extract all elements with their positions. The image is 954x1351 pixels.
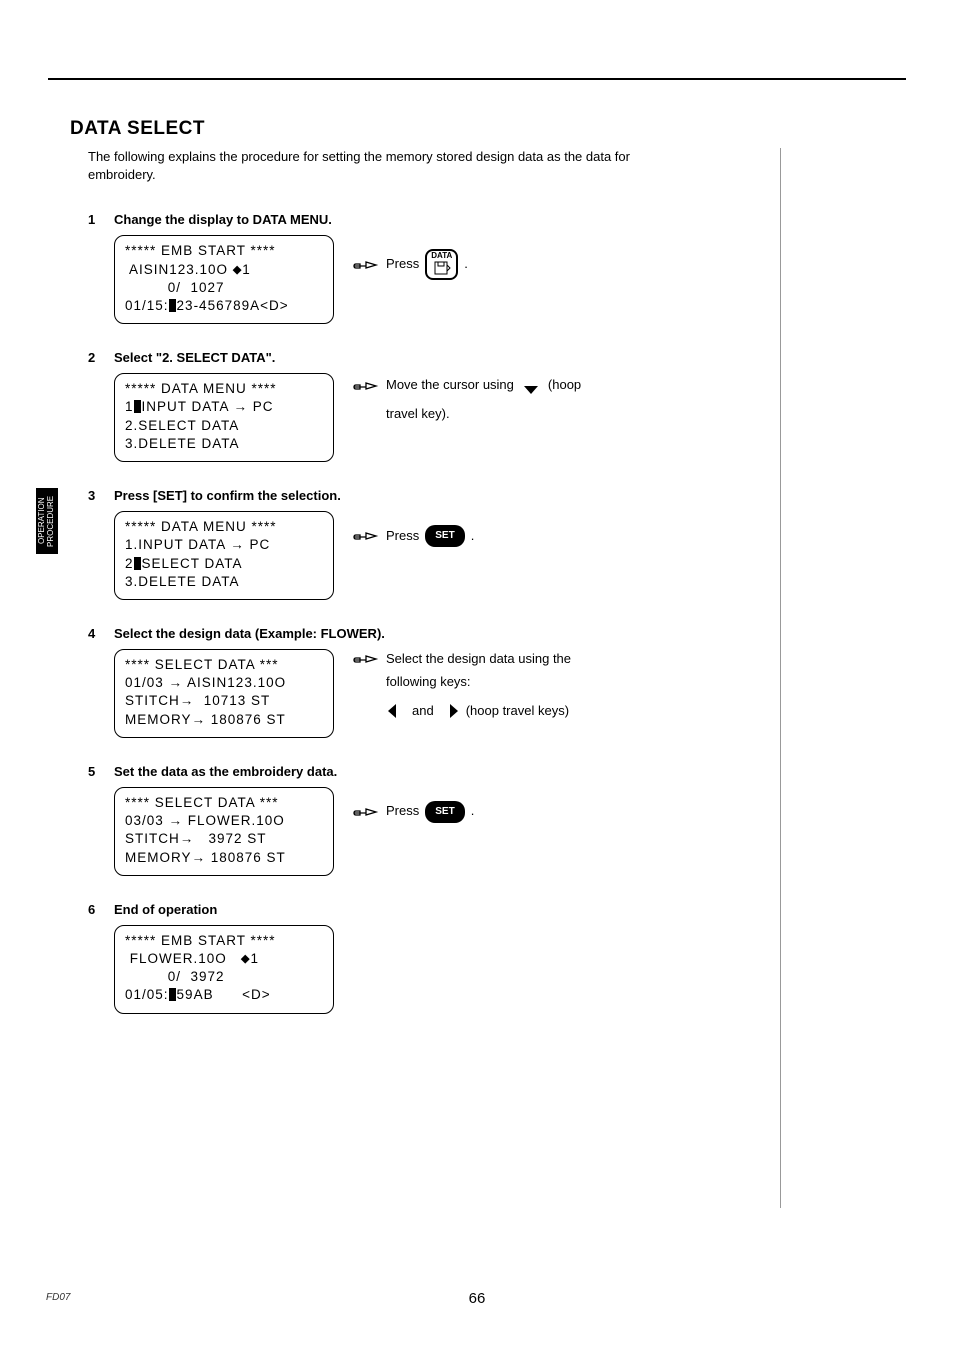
floppy-icon — [433, 261, 451, 275]
lcd-screen: **** SELECT DATA *** 01/03 → AISIN123.10… — [114, 649, 334, 738]
step-title: Press [SET] to confirm the selection. — [114, 488, 341, 503]
hand-pointer-icon — [352, 377, 380, 395]
cursor-icon — [134, 557, 141, 570]
step-number: 5 — [88, 764, 100, 779]
step-6: 6 End of operation ***** EMB START **** … — [88, 902, 790, 1014]
vertical-divider — [780, 148, 781, 1208]
lcd-screen: ***** DATA MENU **** 1.INPUT DATA → PC 2… — [114, 511, 334, 600]
step-4: 4 Select the design data (Example: FLOWE… — [88, 626, 790, 738]
instr-text: and — [412, 701, 434, 722]
instr-text: Press — [386, 254, 419, 275]
cursor-icon — [169, 988, 176, 1001]
step-title: End of operation — [114, 902, 217, 917]
step-number: 3 — [88, 488, 100, 503]
instruction: Select the design data using the followi… — [352, 649, 571, 721]
step-number: 1 — [88, 212, 100, 227]
footer-code: FD07 — [46, 1292, 70, 1303]
set-key-button[interactable]: SET — [425, 801, 464, 823]
step-title: Set the data as the embroidery data. — [114, 764, 337, 779]
instruction: Press SET . — [352, 787, 474, 823]
step-5: 5 Set the data as the embroidery data. *… — [88, 764, 790, 876]
instr-text: Move the cursor using — [386, 375, 514, 396]
arrow-down-icon[interactable] — [520, 376, 542, 396]
lcd-screen: ***** EMB START **** AISIN123.10O ◆1 0/ … — [114, 235, 334, 324]
instruction: Press SET . — [352, 511, 474, 547]
step-3: 3 Press [SET] to confirm the selection. … — [88, 488, 790, 600]
page-title: DATA SELECT — [70, 118, 790, 140]
instruction: Move the cursor using (hoop travel key). — [352, 373, 581, 425]
step-title: Select the design data (Example: FLOWER)… — [114, 626, 385, 641]
step-number: 4 — [88, 626, 100, 641]
instr-text: Press — [386, 801, 419, 822]
instruction: Press DATA . — [352, 235, 468, 280]
instr-text: (hoop — [548, 375, 581, 396]
instr-text: travel key). — [386, 404, 450, 425]
arrow-right-icon[interactable] — [440, 702, 460, 720]
step-2: 2 Select "2. SELECT DATA". ***** DATA ME… — [88, 350, 790, 462]
main-content: DATA SELECT The following explains the p… — [70, 118, 790, 1040]
lcd-screen: ***** EMB START **** FLOWER.10O ◆1 0/ 39… — [114, 925, 334, 1014]
set-key-button[interactable]: SET — [425, 525, 464, 547]
step-title: Select "2. SELECT DATA". — [114, 350, 275, 365]
step-1: 1 Change the display to DATA MENU. *****… — [88, 212, 790, 324]
page-number: 66 — [0, 1290, 954, 1307]
instr-text: (hoop travel keys) — [466, 701, 569, 722]
top-rule — [48, 78, 906, 80]
cursor-icon — [134, 400, 141, 413]
data-key-button[interactable]: DATA — [425, 249, 458, 280]
lcd-screen: **** SELECT DATA *** 03/03 → FLOWER.10O … — [114, 787, 334, 876]
arrow-left-icon[interactable] — [386, 702, 406, 720]
instr-text: . — [471, 801, 475, 822]
lcd-screen: ***** DATA MENU **** 1INPUT DATA → PC 2.… — [114, 373, 334, 462]
step-number: 6 — [88, 902, 100, 917]
step-number: 2 — [88, 350, 100, 365]
hand-pointer-icon — [352, 650, 380, 668]
intro-text: The following explains the procedure for… — [88, 148, 648, 184]
hand-pointer-icon — [352, 803, 380, 821]
instr-text: . — [464, 254, 468, 275]
hand-pointer-icon — [352, 256, 380, 274]
instr-text: Press — [386, 526, 419, 547]
side-tab-operation-procedure: OPERATION PROCEDURE — [36, 488, 58, 554]
cursor-icon — [169, 299, 176, 312]
hand-pointer-icon — [352, 527, 380, 545]
instr-text: . — [471, 526, 475, 547]
instr-text: Select the design data using the — [386, 649, 571, 670]
instr-text: following keys: — [386, 672, 471, 693]
step-title: Change the display to DATA MENU. — [114, 212, 332, 227]
